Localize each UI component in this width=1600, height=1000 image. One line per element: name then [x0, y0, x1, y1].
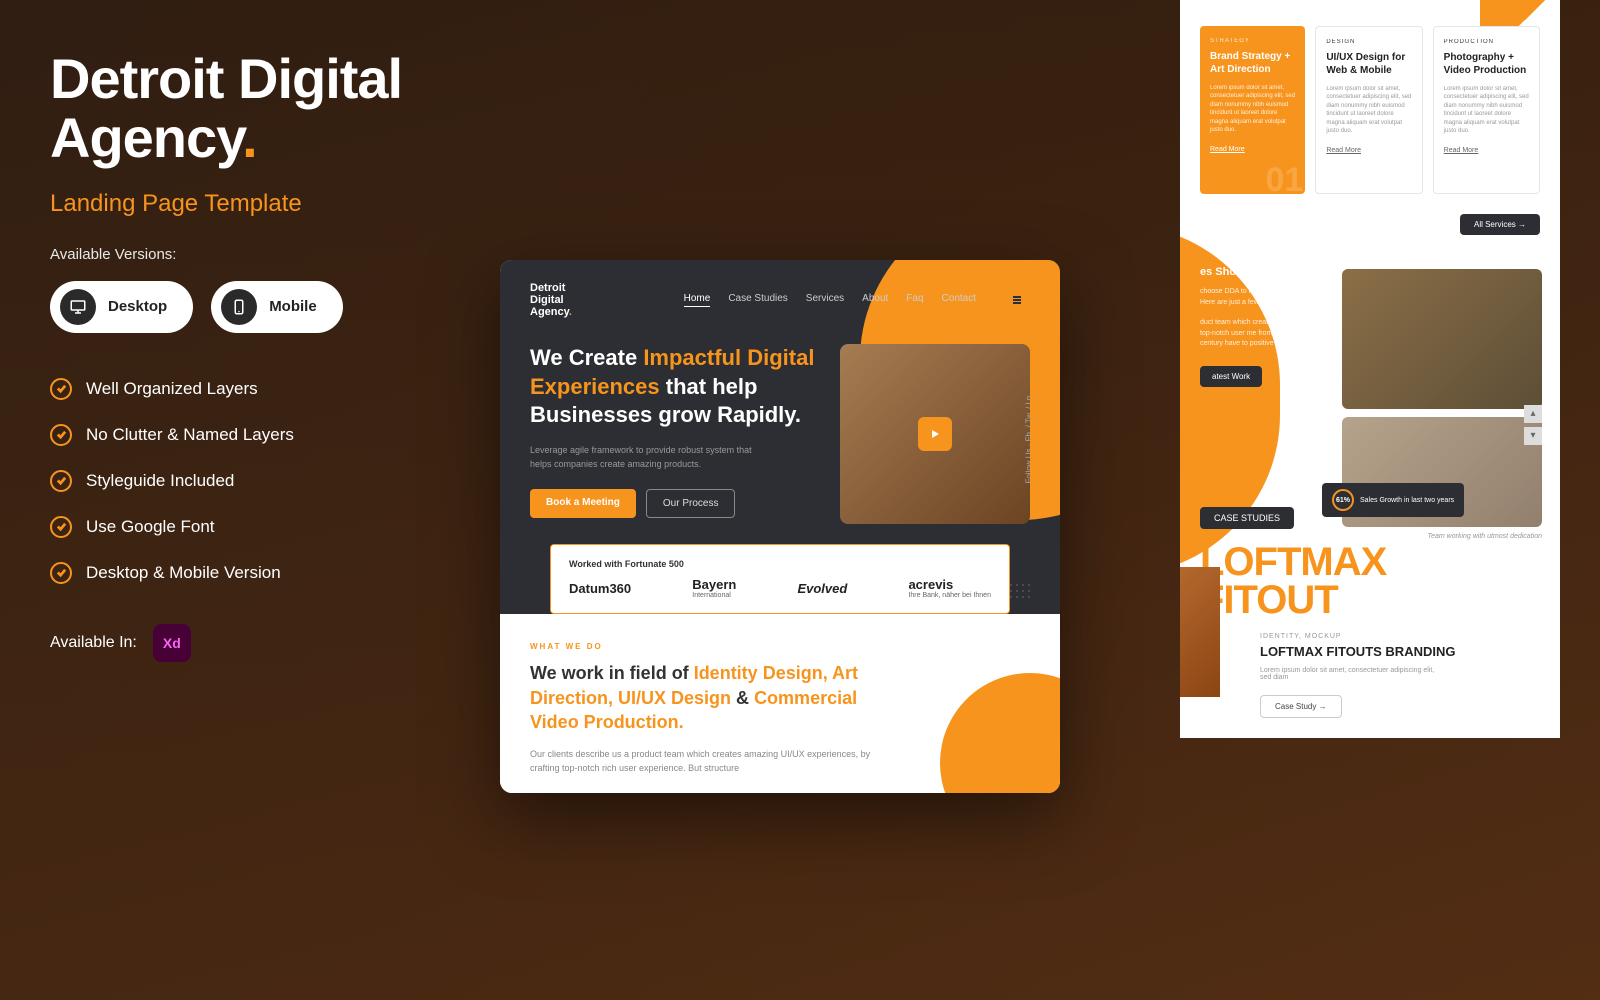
carousel-arrows: ▴ ▾ — [1524, 405, 1542, 445]
promo-left-panel: Detroit Digital Agency. Landing Page Tem… — [50, 50, 490, 662]
available-versions-label: Available Versions: — [50, 246, 490, 263]
case-study-image — [1180, 567, 1220, 697]
case-paragraph: duct team which creates by crafting top-… — [1200, 318, 1320, 350]
feature-item: Well Organized Layers — [50, 378, 490, 400]
nav-home[interactable]: Home — [684, 293, 711, 307]
menu-icon[interactable] — [1004, 287, 1030, 313]
check-icon — [50, 516, 72, 538]
arrow-down-icon[interactable]: ▾ — [1524, 427, 1542, 445]
service-card-strategy[interactable]: STRATEGY Brand Strategy + Art Direction … — [1200, 26, 1305, 194]
case-caption: Team working with utmost dedication — [1342, 533, 1542, 540]
feature-list: Well Organized Layers No Clutter & Named… — [50, 378, 490, 584]
latest-work-button[interactable]: atest Work — [1200, 366, 1262, 387]
right-landing-preview: STRATEGY Brand Strategy + Art Direction … — [1180, 0, 1560, 738]
service-card-production[interactable]: PRODUCTION Photography + Video Productio… — [1433, 26, 1540, 194]
logos-label: Worked with Fortunate 500 — [569, 559, 991, 569]
partner-evolved: Evolved — [797, 581, 847, 596]
read-more-link[interactable]: Read More — [1326, 147, 1411, 154]
top-nav: DetroitDigitalAgency. Home Case Studies … — [530, 282, 1030, 318]
case-study-button[interactable]: Case Study → — [1260, 695, 1342, 718]
nav-faq[interactable]: Faq — [906, 293, 923, 307]
follow-us-text: Follow Us · Fb. / Tw. / Ln. — [1024, 394, 1030, 484]
case-studies-badge: CASE STUDIES — [1200, 507, 1294, 529]
mobile-label: Mobile — [269, 298, 317, 315]
check-icon — [50, 424, 72, 446]
hero-image: Follow Us · Fb. / Tw. / Ln. — [840, 344, 1030, 524]
growth-badge: 61% Sales Growth in last two years — [1322, 483, 1464, 517]
check-icon — [50, 562, 72, 584]
mobile-version-pill[interactable]: Mobile — [211, 281, 343, 333]
read-more-link[interactable]: Read More — [1210, 146, 1295, 153]
feature-item: Use Google Font — [50, 516, 490, 538]
case-image-top — [1342, 269, 1542, 409]
play-icon[interactable] — [918, 417, 952, 451]
case-study-subtitle: IDENTITY, MOCKUP — [1260, 633, 1540, 640]
hero-section: DetroitDigitalAgency. Home Case Studies … — [500, 260, 1060, 614]
center-landing-preview: DetroitDigitalAgency. Home Case Studies … — [500, 260, 1060, 793]
partner-logos-band: Worked with Fortunate 500 Datum360 Bayer… — [550, 544, 1010, 614]
book-meeting-button[interactable]: Book a Meeting — [530, 489, 636, 518]
case-showing-section: es Showing reate choose DDA to help them… — [1180, 255, 1560, 397]
xd-icon: Xd — [153, 624, 191, 662]
available-in: Available In: Xd — [50, 624, 490, 662]
case-images: 61% Sales Growth in last two years Team … — [1342, 269, 1542, 540]
promo-subtitle: Landing Page Template — [50, 190, 490, 218]
desktop-version-pill[interactable]: Desktop — [50, 281, 193, 333]
wwd-headline: We work in field of Identity Design, Art… — [530, 661, 910, 734]
nav-contact[interactable]: Contact — [942, 293, 976, 307]
loftmax-title: LOFTMAXFITOUT — [1200, 543, 1540, 619]
promo-title: Detroit Digital Agency. — [50, 50, 490, 168]
hero-subtext: Leverage agile framework to provide robu… — [530, 444, 760, 471]
feature-item: Styleguide Included — [50, 470, 490, 492]
our-process-button[interactable]: Our Process — [646, 489, 736, 518]
read-more-link[interactable]: Read More — [1444, 147, 1529, 154]
nav-about[interactable]: About — [862, 293, 888, 307]
site-logo[interactable]: DetroitDigitalAgency. — [530, 282, 572, 318]
partner-bayern: BayernInternational — [692, 577, 736, 599]
version-pills: Desktop Mobile — [50, 281, 490, 333]
case-image-bottom: 61% Sales Growth in last two years — [1342, 417, 1542, 527]
all-services-button[interactable]: All Services → — [1460, 214, 1540, 235]
mobile-icon — [221, 289, 257, 325]
wwd-paragraph: Our clients describe us a product team w… — [530, 748, 880, 775]
hero-headline: We Create Impactful Digital Experiences … — [530, 344, 820, 430]
nav-links: Home Case Studies Services About Faq Con… — [684, 293, 976, 307]
arrow-up-icon[interactable]: ▴ — [1524, 405, 1542, 423]
feature-item: No Clutter & Named Layers — [50, 424, 490, 446]
corner-blob-decoration — [940, 673, 1060, 793]
service-cards: STRATEGY Brand Strategy + Art Direction … — [1180, 0, 1560, 206]
nav-services[interactable]: Services — [806, 293, 844, 307]
partner-datum: Datum360 — [569, 581, 631, 596]
case-study-heading: LOFTMAX FITOUTS BRANDING — [1260, 644, 1540, 659]
desktop-label: Desktop — [108, 298, 167, 315]
growth-percent: 61% — [1332, 489, 1354, 511]
what-we-do-section: WHAT WE DO We work in field of Identity … — [500, 614, 1060, 793]
wwd-label: WHAT WE DO — [530, 642, 1030, 651]
feature-item: Desktop & Mobile Version — [50, 562, 490, 584]
growth-text: Sales Growth in last two years — [1360, 497, 1454, 504]
check-icon — [50, 470, 72, 492]
service-card-design[interactable]: DESIGN UI/UX Design for Web & Mobile Lor… — [1315, 26, 1422, 194]
partner-acrevis: acrevisIhre Bank, näher bei Ihnen — [908, 577, 991, 599]
nav-case-studies[interactable]: Case Studies — [728, 293, 787, 307]
case-paragraph: choose DDA to help them products. Here a… — [1200, 287, 1320, 308]
case-study-desc: Lorem ipsum dolor sit amet, consectetuer… — [1260, 667, 1440, 681]
check-icon — [50, 378, 72, 400]
desktop-icon — [60, 289, 96, 325]
